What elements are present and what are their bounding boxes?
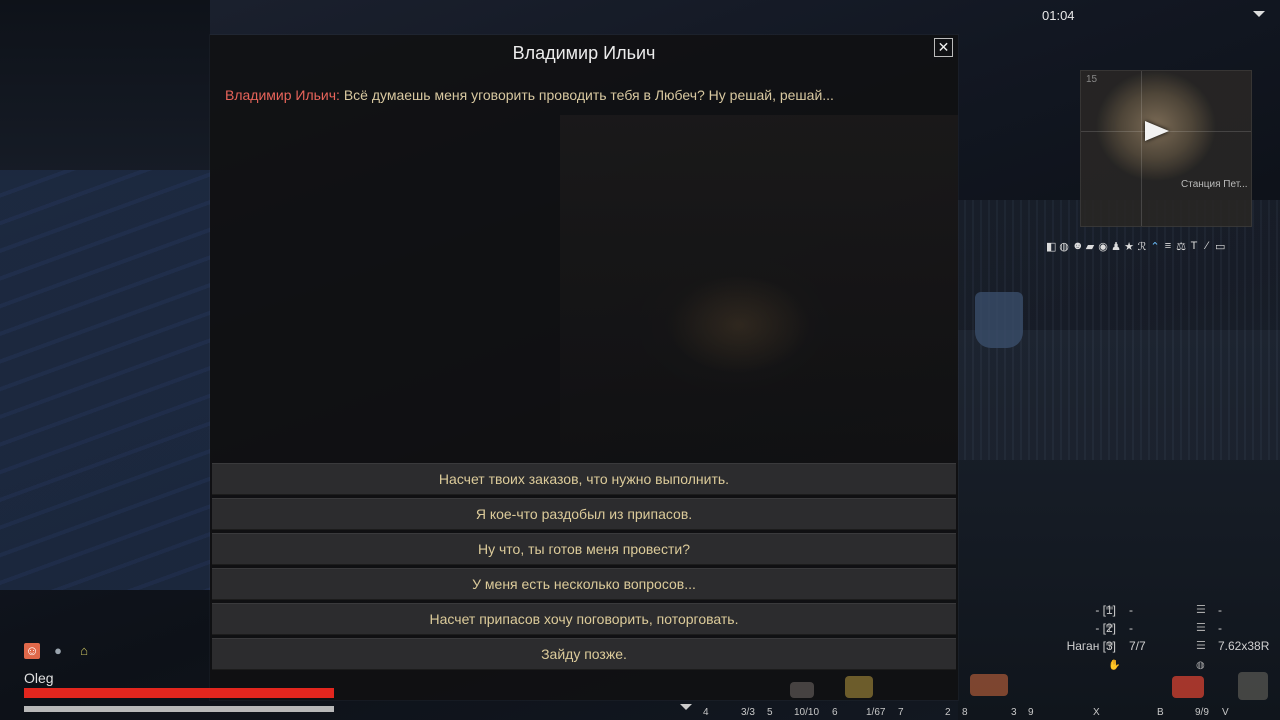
monitor-icon[interactable]: ▭ bbox=[1215, 240, 1225, 253]
hotbar-slot-key[interactable]: 5 bbox=[767, 707, 773, 718]
item-thumbnail bbox=[1238, 672, 1268, 700]
chat-icon[interactable]: ▰ bbox=[1085, 240, 1095, 253]
minimap-coord-label: 15 bbox=[1086, 74, 1098, 85]
weapon-ammo: 7/7 bbox=[1129, 639, 1146, 653]
scales-icon[interactable]: ⚖ bbox=[1176, 240, 1186, 253]
minimap[interactable]: 15 Станция Пет... bbox=[1080, 70, 1252, 227]
water-drop-icon: ● bbox=[54, 643, 62, 658]
minimap-location-label: Станция Пет... bbox=[1181, 179, 1248, 190]
dialog-option-orders[interactable]: Насчет твоих заказов, что нужно выполнит… bbox=[212, 463, 956, 495]
weapon-ammo: - bbox=[1129, 621, 1133, 635]
hotbar-slot-key[interactable]: 7 bbox=[898, 707, 904, 718]
dialog-option-ready[interactable]: Ну что, ты готов меня провести? bbox=[212, 533, 956, 565]
magazine-icon: ☰ bbox=[1196, 604, 1206, 616]
hotbar-slot-key[interactable]: V bbox=[1222, 707, 1229, 718]
game-clock: 01:04 bbox=[1042, 8, 1075, 23]
pen-icon[interactable]: ⁄ bbox=[1202, 240, 1212, 253]
rp-icon[interactable]: ℛ bbox=[1137, 240, 1147, 253]
npc-speech-text: Всё думаешь меня уговорить проводить теб… bbox=[343, 87, 834, 103]
target-icon[interactable]: ◉ bbox=[1098, 240, 1108, 253]
hotbar-slot-count[interactable]: 3 bbox=[1011, 707, 1017, 718]
hotbar-slot-key[interactable]: 9 bbox=[1028, 707, 1034, 718]
hotbar-slot-key[interactable]: 8 bbox=[962, 707, 968, 718]
food-icon: ☺ bbox=[24, 643, 40, 659]
pistol-icon: ╤ bbox=[1106, 639, 1114, 650]
hotbar-slot-key[interactable]: B bbox=[1157, 707, 1164, 718]
people-icon[interactable]: ☻ bbox=[1072, 240, 1084, 253]
dialog-window: Владимир Ильич ✕ Владимир Ильич: Всё дум… bbox=[210, 35, 958, 700]
weapon-slot-2[interactable]: - [2] ╤ - ☰ - bbox=[1020, 621, 1280, 639]
grenade-icon: ◍ bbox=[1196, 660, 1205, 671]
player-name: Oleg bbox=[24, 670, 54, 686]
weapon-mag: - bbox=[1218, 603, 1222, 617]
hand-icon: ✋ bbox=[1108, 660, 1121, 671]
map-book-icon[interactable]: ◧ bbox=[1046, 240, 1056, 253]
dialog-options: Насчет твоих заказов, что нужно выполнит… bbox=[212, 463, 956, 673]
close-icon: ✕ bbox=[937, 39, 950, 55]
item-thumbnail bbox=[790, 682, 814, 698]
map-filter-icons: ◧ ◍ ☻ ▰ ◉ ♟ ★ ℛ ⌃ ≡ ⚖ T ⁄ ▭ bbox=[1046, 240, 1225, 253]
npc-dialog-line: Владимир Ильич: Всё думаешь меня уговори… bbox=[225, 87, 834, 103]
dialog-option-trade[interactable]: Насчет припасов хочу поговорить, поторго… bbox=[212, 603, 956, 635]
weapon-slot-3[interactable]: Наган [3] ╤ 7/7 ☰ 7.62x38R bbox=[1020, 639, 1280, 657]
hotbar-slot-count[interactable]: 1/67 bbox=[866, 707, 885, 718]
health-bar-fill bbox=[24, 688, 334, 698]
close-button[interactable]: ✕ bbox=[934, 38, 953, 57]
weapon-mag: - bbox=[1218, 621, 1222, 635]
pistol-icon: ╤ bbox=[1106, 603, 1114, 614]
npc-speaker-name: Владимир Ильич: bbox=[225, 87, 340, 103]
dialog-option-supplies[interactable]: Я кое-что раздобыл из припасов. bbox=[212, 498, 956, 530]
globe-icon[interactable]: ◍ bbox=[1059, 240, 1069, 253]
hotbar-slot-count[interactable]: 2 bbox=[945, 707, 951, 718]
chevron-down-icon[interactable] bbox=[680, 704, 692, 710]
weapon-slots: - [1] ╤ - ☰ - - [2] ╤ - ☰ - Наган [3] ╤ … bbox=[1020, 603, 1280, 657]
chevron-up-icon[interactable]: ⌃ bbox=[1150, 240, 1160, 253]
hotbar-slot-key[interactable]: X bbox=[1093, 707, 1100, 718]
weapon-caliber: 7.62x38R bbox=[1218, 639, 1270, 653]
item-thumbnail bbox=[845, 676, 873, 698]
dialog-title: Владимир Ильич bbox=[512, 43, 656, 63]
weapon-slot-1[interactable]: - [1] ╤ - ☰ - bbox=[1020, 603, 1280, 621]
weapon-ammo: - bbox=[1129, 603, 1133, 617]
status-icons: ☺ ● ⌂ bbox=[24, 643, 92, 659]
item-thumbnail bbox=[970, 674, 1008, 696]
magazine-icon: ☰ bbox=[1196, 640, 1206, 652]
star-icon[interactable]: ★ bbox=[1124, 240, 1134, 253]
minimap-grid-line bbox=[1141, 71, 1142, 226]
magazine-icon: ☰ bbox=[1196, 622, 1206, 634]
stairs-icon[interactable]: ≡ bbox=[1163, 240, 1173, 253]
pistol-icon: ╤ bbox=[1106, 621, 1114, 632]
t-icon[interactable]: T bbox=[1189, 240, 1199, 253]
health-bar bbox=[24, 688, 334, 698]
hotbar-slot-count[interactable]: 9/9 bbox=[1195, 707, 1209, 718]
player-direction-icon bbox=[1145, 121, 1169, 141]
hotbar-slot-count[interactable]: 3/3 bbox=[741, 707, 755, 718]
hotbar-slot[interactable]: 4 bbox=[703, 707, 709, 718]
background-wall bbox=[0, 170, 210, 590]
house-icon: ⌂ bbox=[80, 643, 88, 658]
hotbar-slot-count[interactable]: 10/10 bbox=[794, 707, 819, 718]
item-thumbnail bbox=[1172, 676, 1204, 698]
background-flowerpot bbox=[975, 292, 1023, 348]
dialog-option-questions[interactable]: У меня есть несколько вопросов... bbox=[212, 568, 956, 600]
dialog-background-scene bbox=[560, 115, 958, 465]
hotbar: 4 3/3 5 10/10 6 1/67 7 2 8 3 9 X B 9/9 V bbox=[0, 672, 1280, 720]
hotbar-slot-key[interactable]: 6 bbox=[832, 707, 838, 718]
person-icon[interactable]: ♟ bbox=[1111, 240, 1121, 253]
chevron-down-icon[interactable] bbox=[1253, 11, 1265, 17]
dialog-option-leave[interactable]: Зайду позже. bbox=[212, 638, 956, 670]
